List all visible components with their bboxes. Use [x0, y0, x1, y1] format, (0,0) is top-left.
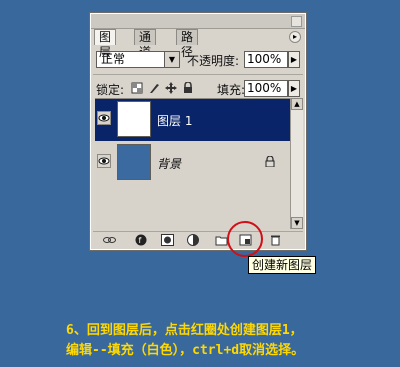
highlight-circle [227, 221, 263, 257]
trash-icon[interactable] [269, 234, 282, 246]
layer-row-layer1[interactable]: 图层 1 [95, 99, 290, 141]
scroll-down-icon[interactable]: ▼ [291, 217, 303, 229]
tab-channels[interactable]: 通道 [134, 29, 157, 59]
layers-scrollbar[interactable]: ▲ ▼ [290, 98, 303, 229]
lock-label: 锁定: [96, 83, 125, 97]
svg-text:f: f [139, 236, 142, 245]
lock-icon [265, 156, 275, 167]
fill-value: 100% [247, 81, 282, 95]
scroll-up-icon[interactable]: ▲ [291, 98, 303, 110]
visibility-toggle[interactable] [97, 111, 111, 125]
tab-paths[interactable]: 路径 [176, 29, 199, 59]
lock-fill-row: 锁定: 填充: 100% ▶ [96, 79, 301, 99]
lock-icon[interactable] [182, 82, 194, 94]
eye-icon [98, 114, 110, 122]
eye-icon [98, 157, 110, 165]
link-icon[interactable] [103, 234, 116, 246]
fill-label: 填充: [217, 83, 246, 97]
layer-thumbnail [117, 101, 151, 137]
tooltip: 创建新图层 [248, 256, 317, 274]
chevron-down-icon[interactable]: ▼ [164, 52, 179, 67]
layer-name: 背景 [157, 157, 182, 171]
adjustment-layer-icon[interactable] [187, 234, 200, 246]
layer-name: 图层 1 [157, 114, 193, 128]
panel-bottom-toolbar: f [93, 231, 303, 248]
caption-line-1: 6、回到图层后，点击红圈处创建图层1， [66, 323, 303, 338]
tab-layers[interactable]: 图层 [94, 29, 117, 59]
panel-menu-icon[interactable]: ▸ [289, 31, 301, 43]
opacity-slider-button[interactable]: ▶ [288, 51, 300, 68]
brush-icon[interactable] [148, 82, 160, 94]
blend-opacity-row: 正常 ▼ 不透明度: 100% ▶ [96, 49, 301, 71]
fill-field[interactable]: 100% ▶ [244, 80, 300, 97]
layer-mask-icon[interactable] [161, 234, 174, 246]
layer-style-icon[interactable]: f [135, 234, 148, 246]
fill-slider-button[interactable]: ▶ [288, 80, 300, 97]
layers-list: 图层 1 背景 [95, 98, 290, 230]
lock-transparency-icon[interactable] [131, 82, 143, 94]
layer-thumbnail [117, 144, 151, 180]
opacity-value: 100% [247, 52, 282, 66]
caption-line-2: 编辑--填充（白色），ctrl+d取消选择。 [66, 343, 305, 358]
layer-row-background[interactable]: 背景 [95, 142, 290, 184]
opacity-field[interactable]: 100% ▶ [244, 51, 300, 68]
visibility-toggle[interactable] [97, 154, 111, 168]
divider [93, 74, 303, 75]
close-icon[interactable] [291, 16, 302, 27]
opacity-label: 不透明度: [187, 54, 240, 68]
layers-panel: 图层 通道 路径 ▸ 正常 ▼ 不透明度: 100% ▶ 锁定: 填 [90, 13, 306, 250]
move-icon[interactable] [165, 82, 177, 94]
panel-titlebar[interactable] [91, 14, 305, 29]
